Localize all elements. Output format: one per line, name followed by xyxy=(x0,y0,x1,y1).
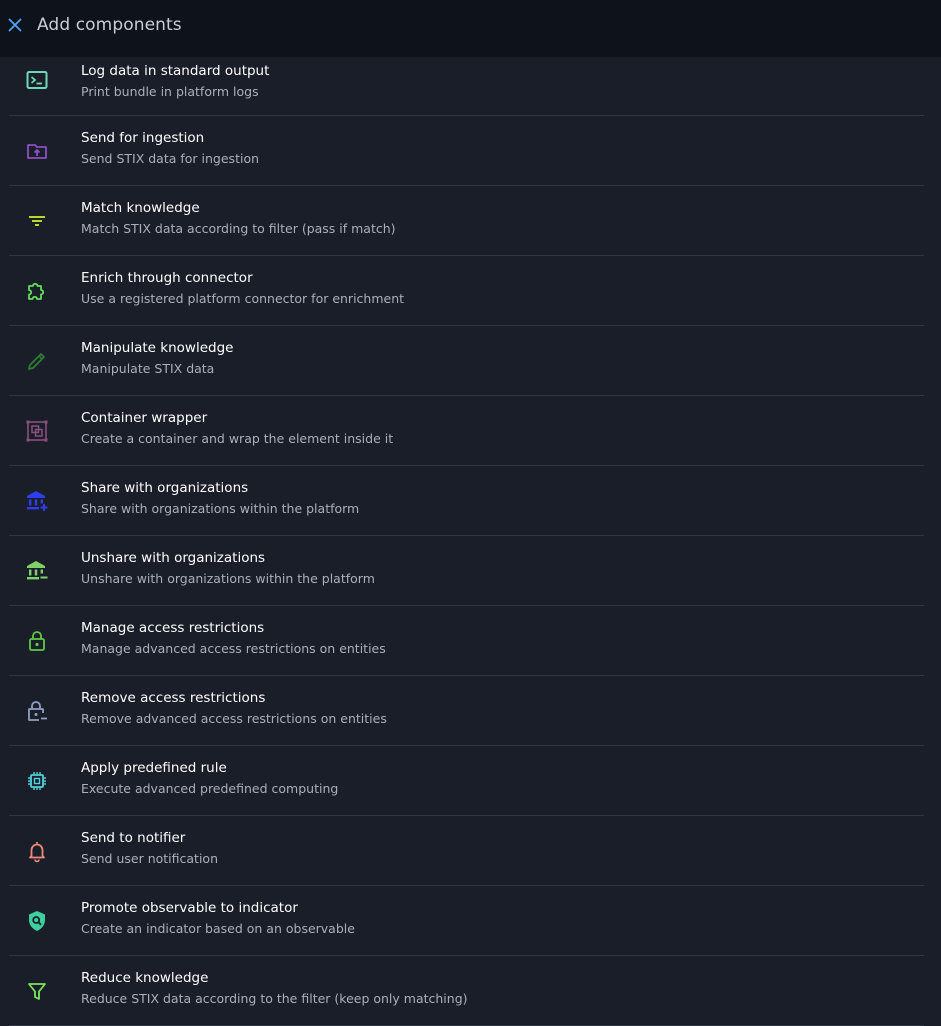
item-description: Use a registered platform connector for … xyxy=(81,291,405,306)
item-title: Enrich through connector xyxy=(81,270,253,286)
drawer-header: Add components xyxy=(0,0,941,57)
list-item-send-notifier[interactable]: Send to notifier Send user notification xyxy=(9,816,924,886)
item-title: Manage access restrictions xyxy=(81,620,265,636)
item-description: Send STIX data for ingestion xyxy=(81,151,260,166)
item-title: Reduce knowledge xyxy=(81,970,209,986)
list-item-send-ingestion[interactable]: Send for ingestion Send STIX data for in… xyxy=(9,116,924,186)
item-title: Log data in standard output xyxy=(81,63,270,79)
item-description: Manage advanced access restrictions on e… xyxy=(81,641,386,656)
lock-icon xyxy=(25,629,49,653)
select-group-icon xyxy=(25,419,49,443)
item-description: Share with organizations within the plat… xyxy=(81,501,360,516)
list-item-apply-rule[interactable]: Apply predefined rule Execute advanced p… xyxy=(9,746,924,816)
item-title: Unshare with organizations xyxy=(81,550,266,566)
item-description: Unshare with organizations within the pl… xyxy=(81,571,375,586)
list-item-promote-observable[interactable]: Promote observable to indicator Create a… xyxy=(9,886,924,956)
chip-icon xyxy=(25,769,49,793)
pencil-icon xyxy=(25,349,49,373)
shield-search-icon xyxy=(25,909,49,933)
funnel-icon xyxy=(25,979,49,1003)
list-item-share-organizations[interactable]: Share with organizations Share with orga… xyxy=(9,466,924,536)
lock-minus-icon xyxy=(25,699,49,723)
components-list: Log data in standard output Print bundle… xyxy=(9,57,924,1026)
list-item-enrich-connector[interactable]: Enrich through connector Use a registere… xyxy=(9,256,924,326)
item-title: Container wrapper xyxy=(81,410,208,426)
bank-minus-icon xyxy=(25,559,49,583)
item-title: Remove access restrictions xyxy=(81,690,266,706)
item-description: Create a container and wrap the element … xyxy=(81,431,394,446)
close-icon xyxy=(8,18,22,32)
item-title: Send to notifier xyxy=(81,830,186,846)
item-title: Share with organizations xyxy=(81,480,249,496)
item-title: Apply predefined rule xyxy=(81,760,227,776)
list-item-unshare-organizations[interactable]: Unshare with organizations Unshare with … xyxy=(9,536,924,606)
item-title: Match knowledge xyxy=(81,200,200,216)
list-item-match-knowledge[interactable]: Match knowledge Match STIX data accordin… xyxy=(9,186,924,256)
item-description: Match STIX data according to filter (pas… xyxy=(81,221,396,236)
list-item-manipulate-knowledge[interactable]: Manipulate knowledge Manipulate STIX dat… xyxy=(9,326,924,396)
list-item-remove-access[interactable]: Remove access restrictions Remove advanc… xyxy=(9,676,924,746)
item-title: Send for ingestion xyxy=(81,130,205,146)
drawer-title: Add components xyxy=(37,15,182,35)
item-title: Promote observable to indicator xyxy=(81,900,298,916)
list-item-reduce-knowledge[interactable]: Reduce knowledge Reduce STIX data accord… xyxy=(9,956,924,1026)
list-item-log-data[interactable]: Log data in standard output Print bundle… xyxy=(9,57,924,116)
item-title: Manipulate knowledge xyxy=(81,340,234,356)
item-description: Reduce STIX data according to the filter… xyxy=(81,991,468,1006)
item-description: Remove advanced access restrictions on e… xyxy=(81,711,387,726)
puzzle-icon xyxy=(25,279,49,303)
console-icon xyxy=(25,68,49,92)
list-item-container-wrapper[interactable]: Container wrapper Create a container and… xyxy=(9,396,924,466)
item-description: Send user notification xyxy=(81,851,218,866)
item-description: Manipulate STIX data xyxy=(81,361,215,376)
close-button[interactable] xyxy=(6,16,24,34)
item-description: Create an indicator based on an observab… xyxy=(81,921,355,936)
filter-list-icon xyxy=(25,209,49,233)
bell-icon xyxy=(25,839,49,863)
bank-plus-icon xyxy=(25,489,49,513)
item-description: Print bundle in platform logs xyxy=(81,84,259,99)
list-item-manage-access[interactable]: Manage access restrictions Manage advanc… xyxy=(9,606,924,676)
folder-upload-icon xyxy=(25,139,49,163)
item-description: Execute advanced predefined computing xyxy=(81,781,339,796)
